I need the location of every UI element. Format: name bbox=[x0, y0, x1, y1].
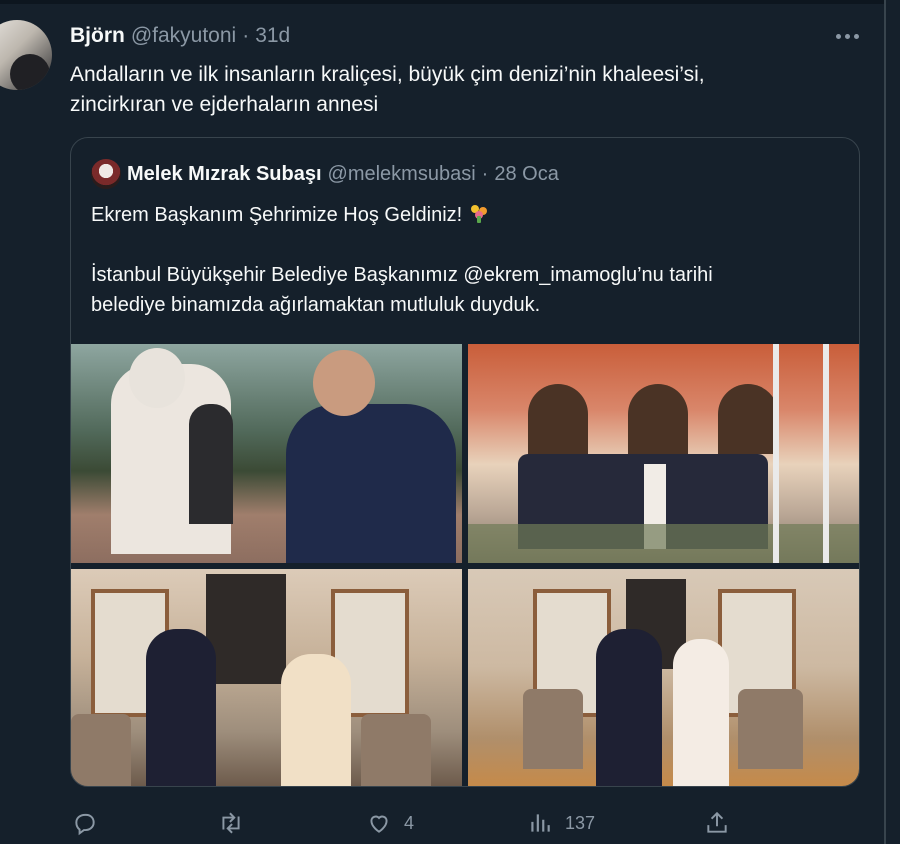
reply-icon bbox=[75, 813, 95, 836]
tweet-header: Björn @fakyutoni · 31d bbox=[70, 22, 290, 50]
separator-dot: · bbox=[481, 162, 489, 185]
more-icon[interactable] bbox=[832, 26, 862, 46]
photo-handshake-outdoors[interactable] bbox=[71, 344, 462, 563]
photo-grid bbox=[71, 344, 859, 786]
tweet-text-line: zincirkıran ve ejderhaların annesi bbox=[70, 93, 379, 116]
quoted-text-line: İstanbul Büyükşehir Belediye Başkanımız … bbox=[91, 264, 713, 286]
retweet-button[interactable] bbox=[218, 808, 256, 838]
views-count: 137 bbox=[565, 812, 596, 833]
reply-button[interactable] bbox=[72, 808, 110, 838]
views-button[interactable]: 137 bbox=[527, 808, 595, 838]
photo-office-portrait-2[interactable] bbox=[468, 569, 859, 786]
tweet-text: Andalların ve ilk insanların kraliçesi, … bbox=[70, 60, 860, 120]
photo-office-portrait-1[interactable] bbox=[71, 569, 462, 786]
action-bar: 4 137 bbox=[0, 808, 884, 838]
bouquet-icon bbox=[468, 205, 490, 223]
quoted-author-name[interactable]: Melek Mızrak Subaşı bbox=[127, 163, 322, 186]
like-icon bbox=[370, 815, 388, 833]
like-button[interactable]: 4 bbox=[366, 808, 414, 838]
author-handle[interactable]: @fakyutoni bbox=[131, 24, 236, 48]
quoted-text: Ekrem Başkanım Şehrimize Hoş Geldiniz! İ… bbox=[91, 200, 841, 320]
share-icon bbox=[707, 811, 727, 833]
quoted-tweet[interactable]: Melek Mızrak Subaşı @melekmsubasi · 28 O… bbox=[70, 137, 860, 787]
quoted-text-line: Ekrem Başkanım Şehrimize Hoş Geldiniz! bbox=[91, 204, 463, 226]
quoted-author-handle[interactable]: @melekmsubasi bbox=[328, 163, 476, 186]
views-icon bbox=[531, 814, 550, 832]
retweet-icon bbox=[222, 812, 240, 834]
quoted-avatar[interactable] bbox=[91, 159, 121, 189]
separator-dot: · bbox=[242, 24, 250, 47]
quoted-text-line: belediye binamızda ağırlamaktan mutluluk… bbox=[91, 294, 541, 316]
top-divider bbox=[0, 0, 884, 4]
author-name[interactable]: Björn bbox=[70, 24, 125, 48]
share-button[interactable] bbox=[704, 808, 730, 838]
timeline-border bbox=[884, 0, 886, 844]
avatar[interactable] bbox=[0, 20, 52, 90]
tweet-text-line: Andalların ve ilk insanların kraliçesi, … bbox=[70, 63, 705, 86]
tweet-time[interactable]: 31d bbox=[255, 24, 290, 48]
quoted-time[interactable]: 28 Oca bbox=[494, 163, 558, 186]
like-count: 4 bbox=[404, 812, 415, 833]
quoted-header: Melek Mızrak Subaşı @melekmsubasi · 28 O… bbox=[91, 159, 559, 189]
photo-building-group[interactable] bbox=[468, 344, 859, 563]
